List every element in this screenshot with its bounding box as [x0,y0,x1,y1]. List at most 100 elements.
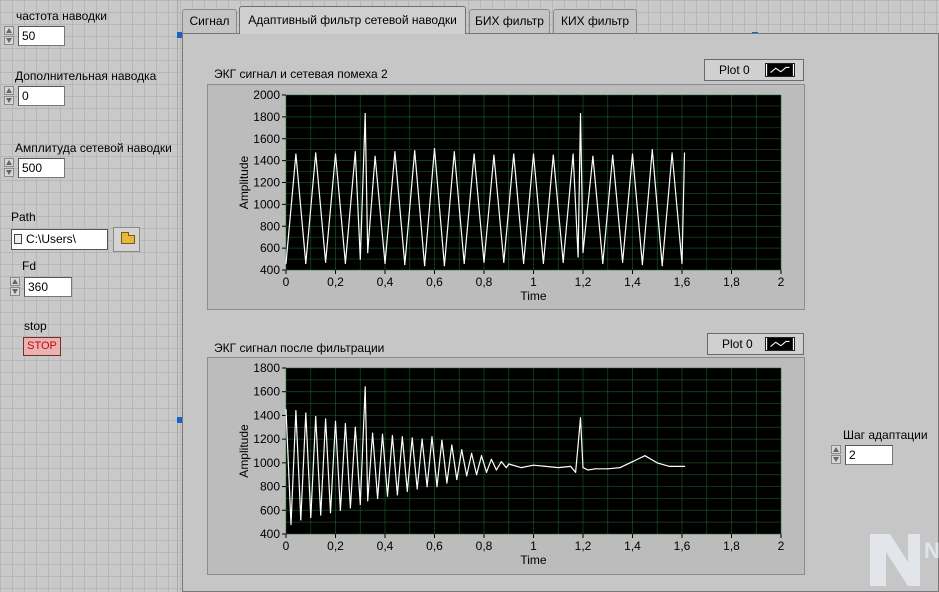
extra-spinner[interactable] [3,86,15,106]
data-point [305,412,307,414]
amp-spinner[interactable] [3,158,15,178]
data-point [310,516,312,518]
chart2-legend[interactable]: Plot 0 [707,333,804,355]
chart1-legend[interactable]: Plot 0 [704,59,804,81]
tab-signal[interactable]: Сигнал [182,9,237,33]
x-tick-label: 1,6 [674,275,691,289]
x-tick-label: 1,4 [624,539,641,553]
extra-control[interactable]: 0 [3,86,65,106]
y-tick-label: 1000 [253,456,280,470]
data-point [607,468,609,470]
chart1-graph[interactable]: 0 0,2 0,4 0,6 0,8 1 1,2 1,4 1,6 1,8 2 400 600 800 1000… [208,85,806,311]
data-point [384,262,386,264]
tab-iir-filter[interactable]: БИХ фильтр [469,9,550,33]
y-tick-label: 1000 [253,197,280,211]
x-tick-label: 1 [530,539,537,553]
data-point [508,463,510,465]
stop-button[interactable]: STOP [23,337,61,356]
decrement-arrow-icon[interactable] [4,168,14,177]
data-point [349,507,351,509]
x-axis-label: Time [520,553,547,567]
decrement-arrow-icon[interactable] [831,455,841,464]
step-label: Шаг адаптации [843,428,928,442]
freq-spinner[interactable] [3,26,15,46]
decrement-arrow-icon[interactable] [4,36,14,45]
data-point [577,256,579,258]
data-point [329,512,332,514]
y-tick-label: 600 [260,241,280,255]
pane-divider [177,0,178,592]
y-tick-label: 1600 [253,132,280,146]
data-point [671,152,673,154]
fd-control[interactable]: 360 [9,277,72,297]
x-tick-label: 0,8 [476,539,493,553]
data-point [661,265,663,267]
data-point [453,151,455,153]
data-point [612,154,614,156]
step-control[interactable]: 2 [830,445,893,465]
data-point [381,433,384,435]
chart2-graph[interactable]: 0 0,2 0,4 0,6 0,8 1 1,2 1,4 1,6 1,8 2 400 600 800 1000… [208,358,806,576]
x-tick-label: 1 [530,275,537,289]
data-point [656,462,658,464]
path-input[interactable]: C:\Users\ [11,229,108,250]
data-point [364,386,366,388]
y-tick-label: 800 [260,219,280,233]
data-point [582,251,584,254]
x-tick-label: 2 [778,275,785,289]
data-point [411,437,413,439]
increment-arrow-icon[interactable] [831,445,841,454]
data-point [631,153,634,155]
browse-button[interactable] [113,227,140,252]
data-point [436,486,438,488]
x-tick-label: 0,6 [426,275,443,289]
data-point [579,113,582,115]
freq-control[interactable]: 50 [3,26,65,46]
data-point [386,495,389,497]
data-point [300,519,302,521]
y-axis-label: Amplitude [237,156,251,210]
folder-icon [121,232,135,244]
data-point [622,261,624,263]
y-tick-label: 1400 [253,154,280,168]
amp-input[interactable]: 500 [18,158,65,178]
decrement-arrow-icon[interactable] [4,96,14,105]
data-point [344,423,346,425]
data-point [669,465,671,467]
extra-input[interactable]: 0 [18,86,65,106]
data-point [532,464,535,466]
step-input[interactable]: 2 [845,445,893,465]
data-point [471,452,473,454]
data-point [466,475,468,477]
data-point [401,436,403,438]
step-spinner[interactable] [830,445,842,465]
fd-input[interactable]: 360 [24,277,72,297]
y-tick-label: 1800 [253,110,280,124]
fd-spinner[interactable] [9,277,21,297]
stop-label: stop [24,319,47,333]
amp-control[interactable]: 500 [3,158,65,178]
data-point [545,465,547,467]
increment-arrow-icon[interactable] [4,86,14,95]
freq-label: частота наводки [16,9,107,23]
data-point [364,113,366,115]
decrement-arrow-icon[interactable] [10,287,20,296]
data-point [592,155,594,157]
path-type-icon [14,234,22,244]
data-point [570,465,572,467]
data-point [641,263,643,266]
data-point [295,410,297,412]
data-point [463,262,465,264]
increment-arrow-icon[interactable] [4,26,14,35]
tab-fir-filter[interactable]: КИХ фильтр [553,9,637,33]
y-tick-label: 1600 [253,385,280,399]
increment-arrow-icon[interactable] [10,277,20,286]
data-point [503,261,505,263]
freq-input[interactable]: 50 [18,26,65,46]
chart2-frame[interactable]: 0 0,2 0,4 0,6 0,8 1 1,2 1,4 1,6 1,8 2 400 600 800 1000… [207,357,805,575]
x-tick-label: 1,8 [723,539,740,553]
data-point [424,265,426,267]
tab-adaptive-filter[interactable]: Адаптивный фильтр сетевой наводки [239,6,466,34]
increment-arrow-icon[interactable] [4,158,14,167]
chart1-frame[interactable]: 0 0,2 0,4 0,6 0,8 1 1,2 1,4 1,6 1,8 2 400 600 800 1000… [207,84,805,310]
